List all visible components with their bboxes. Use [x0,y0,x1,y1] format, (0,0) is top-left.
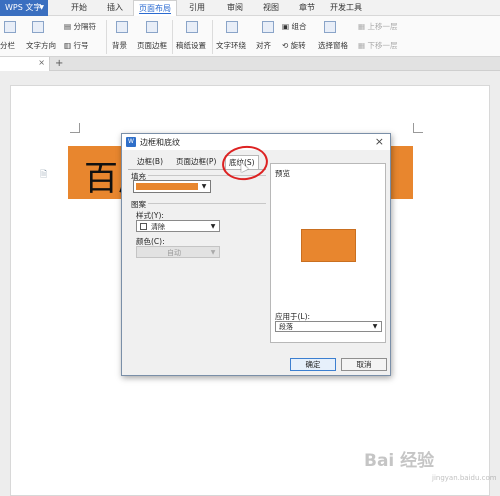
text-wrap-button[interactable]: 文字环绕 [216,40,246,51]
shading-preview [301,229,356,262]
ribbon-divider [106,20,107,54]
document-tab-strip: × + [0,57,500,71]
rotate-button[interactable]: ⟲ 旋转 [282,40,306,51]
dialog-title: 边框和底纹 [140,138,180,147]
app-menu-button[interactable]: WPS 文字 ▼ [0,0,48,16]
style-dropdown[interactable]: 清除 ▼ [136,220,220,232]
style-value: 清除 [151,223,165,231]
tab-review[interactable]: 审阅 [220,0,250,16]
new-tab-icon[interactable]: + [55,57,63,70]
text-direction-button[interactable]: 文字方向 [26,40,56,51]
ok-button[interactable]: 确定 [290,358,336,371]
tab-home[interactable]: 开始 [64,0,94,16]
margin-corner [70,123,80,133]
page-border-icon [146,21,158,33]
fill-color-dropdown[interactable]: ▼ [133,180,211,193]
tab-view[interactable]: 视图 [256,0,286,16]
apply-to-value: 段落 [279,323,293,331]
text-wrap-icon [226,21,238,33]
paragraph-marker-icon[interactable]: 🗎 [40,167,50,180]
columns-icon [4,21,16,33]
preview-label: 预览 [275,169,290,178]
selection-pane-icon [324,21,336,33]
ribbon-divider [172,20,173,54]
paper-settings-button[interactable]: 稿纸设置 [176,40,206,51]
selection-pane-button[interactable]: 选择窗格 [318,40,348,51]
close-icon[interactable]: × [38,58,45,67]
tab-page-borders[interactable]: 页面边框(P) [173,155,219,169]
tab-borders[interactable]: 边框(B) [134,155,166,169]
line-number-button[interactable]: ▥ 行号 [64,40,88,51]
separator-button[interactable]: ▤ 分隔符 [64,21,96,32]
chevron-down-icon: ▼ [39,4,44,11]
page-border-button[interactable]: 页面边框 [137,40,167,51]
chevron-down-icon: ▼ [201,183,207,190]
tab-developer[interactable]: 开发工具 [326,0,366,16]
document-tab[interactable]: × [0,57,50,71]
chevron-down-icon: ▼ [210,223,216,230]
text-direction-icon [32,21,44,33]
chevron-down-icon: ▼ [210,249,216,256]
pattern-swatch [140,223,147,230]
tab-page-layout[interactable]: 页面布局 [133,0,177,16]
watermark-url: jingyan.baidu.com [432,474,497,482]
paper-settings-icon [186,21,198,33]
app-menu-label: WPS 文字 [5,3,42,12]
background-icon [116,21,128,33]
fill-color-swatch [136,183,198,190]
apply-to-dropdown[interactable]: 段落 ▼ [275,321,382,332]
pattern-color-dropdown[interactable]: 自动 ▼ [136,246,220,258]
color-value: 自动 [167,249,181,257]
margin-corner [413,123,423,133]
send-backward-button[interactable]: ▦ 下移一层 [358,40,397,51]
tab-insert[interactable]: 插入 [100,0,130,16]
ribbon-divider [212,20,213,54]
pattern-label: 图案 [131,200,146,209]
menu-bar: WPS 文字 ▼ 开始 插入 页面布局 引用 审阅 视图 章节 开发工具 [0,0,500,16]
rotate-icon: ⟲ [282,41,291,50]
close-icon[interactable]: × [375,135,384,148]
ribbon: 分栏 文字方向 ▤ 分隔符 ▥ 行号 背景 页面边框 稿纸设置 文字环绕 对齐 … [0,16,500,57]
columns-button[interactable]: 分栏 [0,40,15,51]
wps-logo-icon: W [126,137,136,147]
group-button[interactable]: ▣ 组合 [282,21,306,32]
preview-panel: 预览 应用于(L): 段落 ▼ [270,163,386,343]
group-divider [148,203,266,204]
bring-forward-button[interactable]: ▦ 上移一层 [358,21,397,32]
chevron-down-icon: ▼ [372,323,378,330]
align-icon [262,21,274,33]
cancel-button[interactable]: 取消 [341,358,387,371]
watermark-logo: Bai 经验 [364,451,435,471]
align-button[interactable]: 对齐 [256,40,271,51]
background-button[interactable]: 背景 [112,40,127,51]
tab-references[interactable]: 引用 [182,0,212,16]
tab-section[interactable]: 章节 [292,0,322,16]
